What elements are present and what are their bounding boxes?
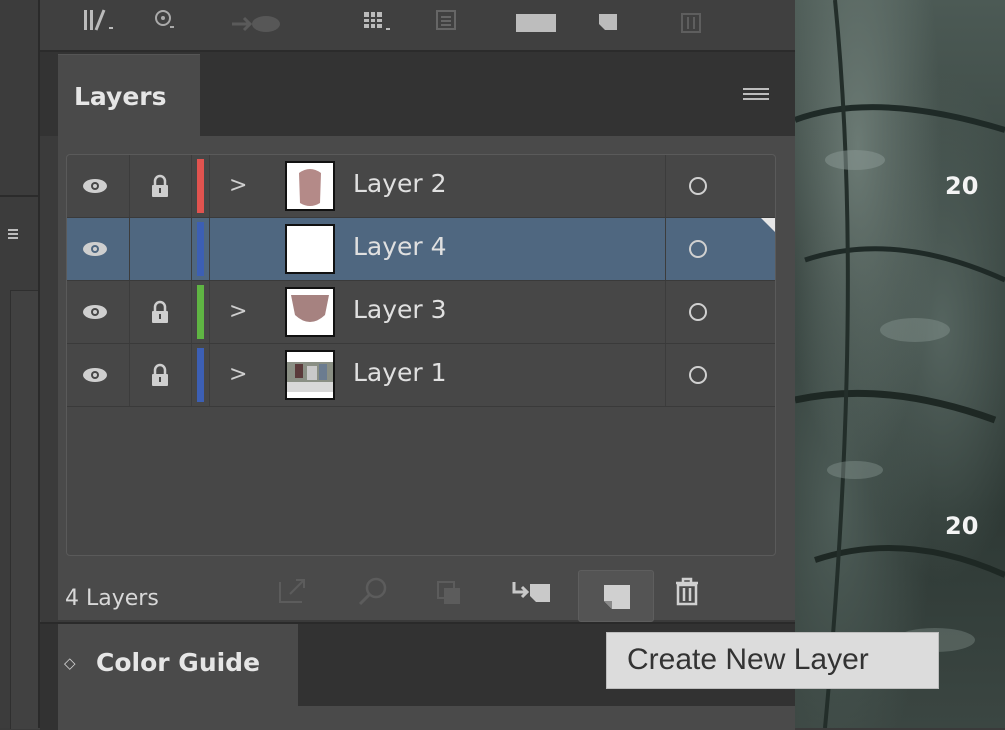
layer-name[interactable]: Layer 3 [353,295,447,324]
layer-row[interactable]: > Layer 3 [67,281,775,344]
layer-count-label: 4 Layers [65,586,159,611]
clip-mask-icon[interactable] [434,576,466,606]
tab-layers[interactable]: Layers [58,54,200,137]
list-icon[interactable] [434,8,460,34]
color-guide-body [58,706,795,730]
target-circle-icon[interactable] [689,303,707,321]
target-circle-icon[interactable] [689,366,707,384]
create-new-layer-button[interactable] [578,570,654,622]
layers-panel-footer: 4 Layers [58,554,795,622]
delete-icon[interactable] [672,576,702,606]
trash-icon[interactable] [678,8,704,34]
lock-icon[interactable] [150,174,170,198]
control-toolbar [40,0,795,52]
eye-icon[interactable] [82,367,108,383]
layer-color-swatch [197,159,204,213]
layers-panel-body: > Layer 2 Layer 4 > Layer 3 > Layer 1 4 … [58,136,795,622]
collapse-arrows-icon[interactable]: ◇ [64,654,76,672]
layers-list: > Layer 2 Layer 4 > Layer 3 > Layer 1 [66,154,776,556]
chevron-right-icon[interactable]: > [229,362,247,387]
search-icon[interactable] [356,576,390,606]
panel-tab-strip: Layers [40,52,795,137]
export-icon[interactable] [276,576,316,606]
lock-icon[interactable] [150,363,170,387]
layer-thumbnail [285,161,335,211]
tree-branches [795,0,1005,728]
square-icon[interactable] [514,8,560,34]
tooltip-create-new-layer: Create New Layer [606,632,939,689]
layer-thumbnail [285,224,335,274]
layer-name[interactable]: Layer 4 [353,232,447,261]
layer-name[interactable]: Layer 1 [353,358,447,387]
eye-icon[interactable] [82,178,108,194]
eye-icon[interactable] [82,241,108,257]
tab-color-guide[interactable]: ◇ Color Guide [58,624,298,706]
layer-color-swatch [197,285,204,339]
target-circle-icon[interactable] [689,240,707,258]
lock-icon[interactable] [150,300,170,324]
layer-thumbnail [285,350,335,400]
target-circle-icon[interactable] [689,177,707,195]
panel-menu-icon[interactable] [8,228,20,240]
library-icon[interactable] [82,8,116,34]
left-panel-edge [0,0,41,729]
layer-color-swatch [197,222,204,276]
layer-row[interactable]: > Layer 1 [67,344,775,407]
chevron-right-icon[interactable]: > [229,299,247,324]
canvas-year-label: 20 [945,172,979,200]
layer-thumbnail [285,287,335,337]
layer-color-swatch [197,348,204,402]
lasso-icon[interactable] [152,8,178,34]
current-layer-indicator [761,218,775,232]
create-new-layer-icon [604,585,630,609]
canvas-artwork: 20 20 [795,0,1005,728]
cloud-icon[interactable] [230,8,288,34]
layer-row-selected[interactable]: Layer 4 [67,218,775,281]
tooltip-text: Create New Layer [627,643,869,676]
hamburger-icon[interactable] [743,88,769,102]
move-to-layer-icon[interactable] [508,576,554,606]
layers-panel: Layers > Layer 2 Layer 4 > Layer 3 > Lay… [40,52,795,622]
tab-layers-label: Layers [74,82,167,111]
eye-icon[interactable] [82,304,108,320]
layer-row[interactable]: > Layer 2 [67,155,775,218]
new-layer-icon[interactable] [596,8,622,34]
chevron-right-icon[interactable]: > [229,173,247,198]
canvas-year-label: 20 [945,512,979,540]
tab-color-guide-label: Color Guide [96,648,261,677]
layer-name[interactable]: Layer 2 [353,169,447,198]
grid-icon[interactable] [362,8,396,34]
